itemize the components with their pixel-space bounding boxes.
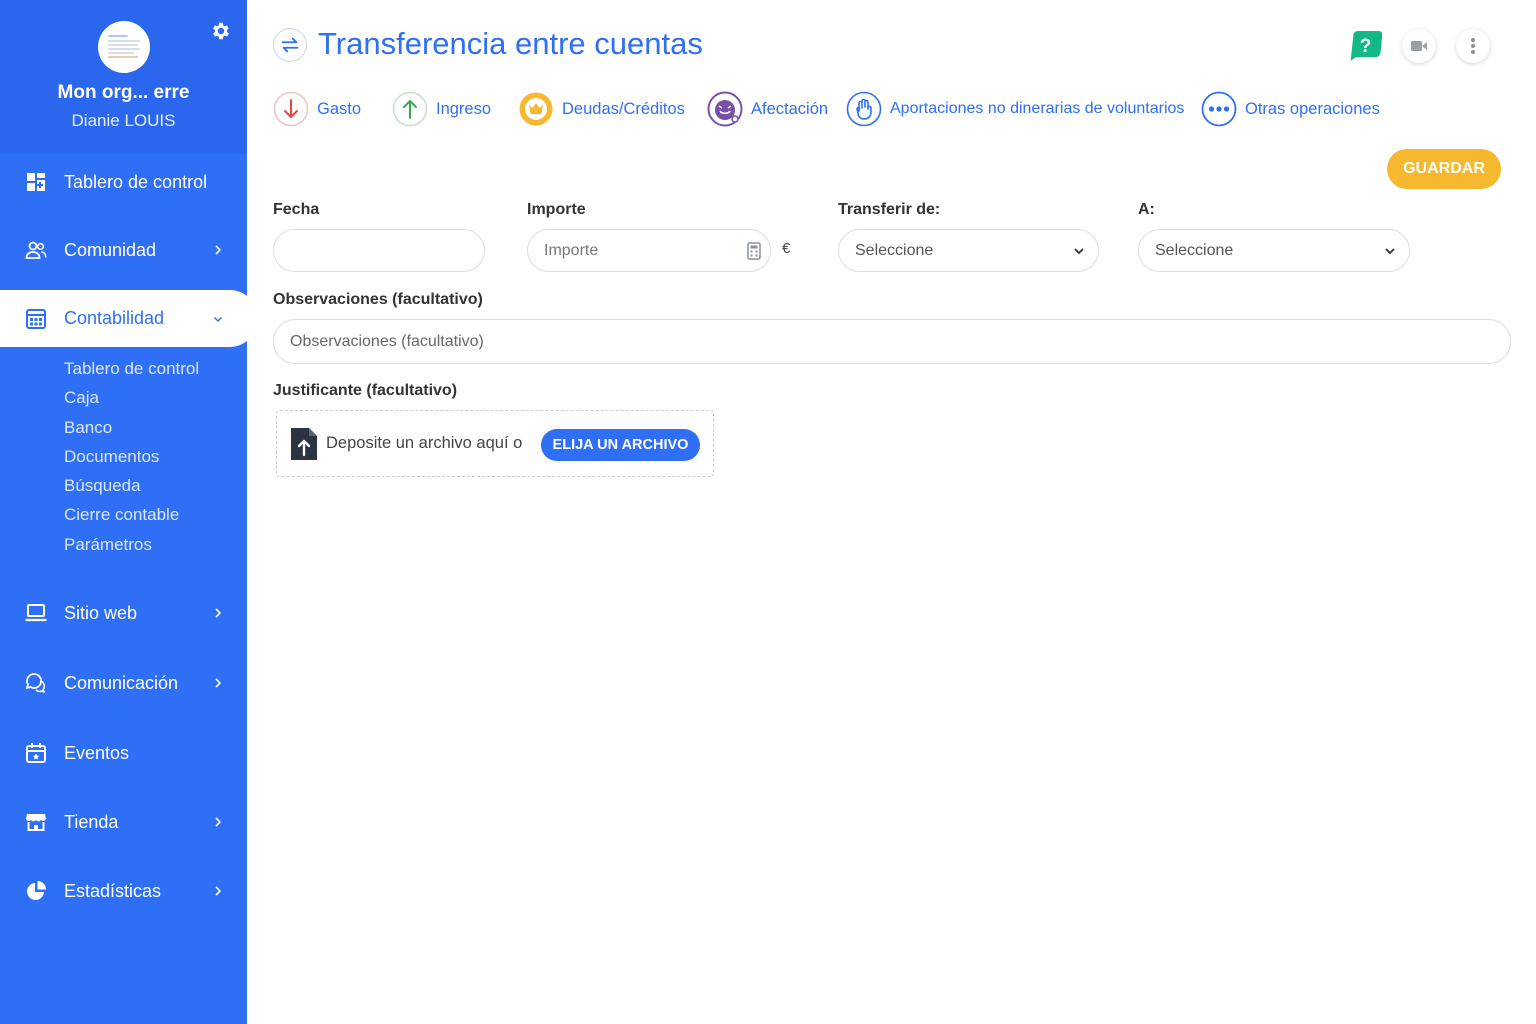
justificante-label: Justificante (facultativo)	[273, 382, 458, 399]
video-camera-icon	[1411, 41, 1427, 51]
sidebar-item-contabilidad[interactable]: Contabilidad	[0, 290, 258, 347]
avatar[interactable]	[98, 21, 150, 73]
chevron-right-icon	[215, 817, 222, 827]
more-options-button[interactable]	[1456, 29, 1490, 63]
importe-input[interactable]: Importe	[527, 229, 771, 272]
calculator-icon	[26, 308, 46, 329]
chevron-right-icon	[215, 886, 222, 896]
observaciones-placeholder: Observaciones (facultativo)	[290, 332, 484, 350]
transfer-from-value: Seleccione	[855, 241, 934, 259]
transfer-to-select[interactable]: Seleccione	[1138, 229, 1410, 272]
importe-placeholder: Importe	[544, 241, 599, 259]
page-title: Transferencia entre cuentas	[318, 26, 703, 61]
op-label: Otras operaciones	[1245, 99, 1380, 118]
observaciones-label: Observaciones (facultativo)	[273, 291, 483, 308]
sidebar-item-label: Estadísticas	[64, 880, 162, 901]
sidebar-item-label: Eventos	[64, 742, 130, 763]
op-label: Ingreso	[436, 99, 492, 118]
op-label: Afectación	[751, 99, 829, 118]
chat-icon	[25, 673, 46, 693]
sidebar-item-label: Comunicación	[64, 672, 179, 693]
submenu-item-documentos[interactable]: Documentos	[64, 445, 199, 474]
sidebar-item-label: Tienda	[64, 811, 119, 832]
transfer-icon	[273, 28, 307, 62]
file-upload-icon	[291, 428, 317, 460]
pie-chart-icon	[27, 881, 46, 900]
fecha-input[interactable]	[273, 229, 485, 272]
submenu-item-cierre[interactable]: Cierre contable	[64, 503, 199, 532]
svg-text:?: ?	[1360, 36, 1372, 57]
calculator-small-icon[interactable]	[746, 242, 762, 260]
sidebar-item-label: Comunidad	[64, 239, 157, 260]
user-name: Dianie LOUIS	[71, 111, 176, 130]
sidebar-item-sitio-web[interactable]: Sitio web	[0, 588, 247, 638]
transfer-from-select[interactable]: Seleccione	[838, 229, 1099, 272]
op-label: Gasto	[317, 99, 362, 118]
observaciones-input[interactable]: Observaciones (facultativo)	[273, 319, 1511, 364]
more-horizontal-icon	[1201, 91, 1237, 127]
importe-label: Importe	[527, 201, 586, 218]
sidebar-item-label: Tablero de control	[64, 171, 208, 192]
op-aportaciones[interactable]: Aportaciones no dinerarias de voluntario…	[846, 91, 1184, 127]
laptop-icon	[25, 604, 47, 622]
transfer-from-label: Transferir de:	[838, 201, 941, 218]
transfer-to-label: A:	[1138, 201, 1155, 218]
video-button[interactable]	[1402, 29, 1436, 63]
sidebar-item-eventos[interactable]: Eventos	[0, 728, 247, 778]
sidebar-item-dashboard[interactable]: Tablero de control	[0, 157, 247, 207]
dashboard-icon	[27, 173, 45, 191]
piggy-bank-icon	[707, 91, 743, 127]
hand-icon	[846, 91, 882, 127]
sidebar-item-label: Contabilidad	[64, 308, 165, 328]
sidebar-item-estadisticas[interactable]: Estadísticas	[0, 866, 247, 916]
users-icon	[25, 241, 47, 259]
sidebar-item-label: Sitio web	[64, 602, 138, 623]
choose-file-button[interactable]: ELIJA UN ARCHIVO	[541, 429, 700, 461]
op-otras[interactable]: Otras operaciones	[1201, 91, 1380, 127]
sidebar-item-tienda[interactable]: Tienda	[0, 797, 247, 847]
op-ingreso[interactable]: Ingreso	[392, 91, 491, 127]
chevron-right-icon	[215, 608, 222, 618]
chevron-right-icon	[215, 678, 222, 688]
dropzone-text: Deposite un archivo aquí o	[326, 434, 523, 452]
accounting-submenu: Tablero de control Caja Banco Documentos…	[64, 357, 199, 562]
store-icon	[26, 814, 46, 831]
chevron-down-icon	[1074, 248, 1084, 255]
submenu-item-parametros[interactable]: Parámetros	[64, 533, 199, 562]
arrow-up-icon	[392, 91, 428, 127]
submenu-item-busqueda[interactable]: Búsqueda	[64, 474, 199, 503]
transfer-to-value: Seleccione	[1155, 241, 1234, 259]
sidebar: Mon org... erre Dianie LOUIS Tablero de …	[0, 0, 258, 1024]
sidebar-item-comunicacion[interactable]: Comunicación	[0, 658, 247, 708]
help-icon[interactable]: ?	[1348, 29, 1382, 63]
org-name: Mon org... erre	[57, 82, 190, 103]
submenu-item-caja[interactable]: Caja	[64, 386, 199, 415]
sidebar-header: Mon org... erre Dianie LOUIS	[0, 0, 247, 154]
chevron-right-icon	[215, 245, 222, 255]
arrow-down-icon	[273, 91, 309, 127]
more-vertical-icon	[1471, 38, 1475, 54]
chevron-down-icon	[213, 316, 223, 322]
file-dropzone[interactable]: Deposite un archivo aquí o ELIJA UN ARCH…	[276, 410, 714, 477]
op-label: Aportaciones no dinerarias de voluntario…	[890, 100, 1185, 117]
sidebar-item-comunidad[interactable]: Comunidad	[0, 225, 247, 275]
gear-icon[interactable]	[210, 20, 232, 42]
calendar-icon	[26, 743, 46, 763]
save-button[interactable]: GUARDAR	[1387, 149, 1501, 189]
submenu-item-banco[interactable]: Banco	[64, 416, 199, 445]
fecha-label: Fecha	[273, 201, 320, 218]
currency-symbol: €	[782, 240, 791, 257]
op-afectacion[interactable]: Afectación	[707, 91, 828, 127]
op-label: Deudas/Créditos	[562, 99, 685, 118]
op-deudas-creditos[interactable]: Deudas/Créditos	[518, 91, 685, 127]
submenu-item-tablero[interactable]: Tablero de control	[64, 357, 199, 386]
crown-icon	[519, 92, 553, 126]
chevron-down-icon	[1385, 248, 1395, 255]
op-gasto[interactable]: Gasto	[273, 91, 361, 127]
